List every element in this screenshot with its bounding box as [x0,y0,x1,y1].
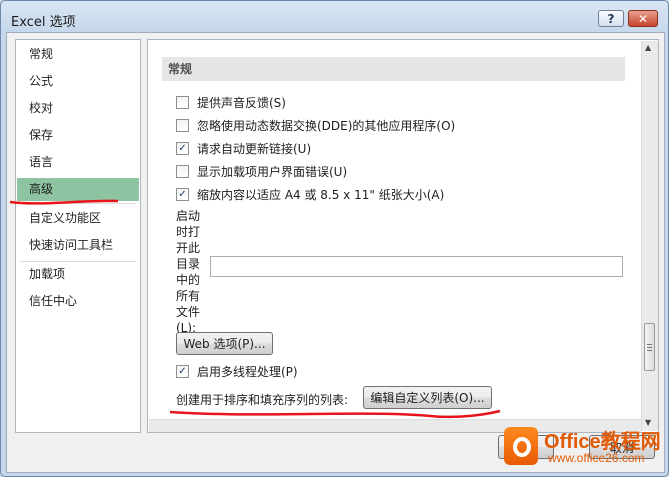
red-annotation-underlines [9,199,501,419]
watermark-url: www.office26.com [548,451,645,465]
office-logo-icon [504,427,538,465]
watermark-logo: Office教程网 www.office26.com [496,423,666,473]
watermark-name: Office教程网 [544,431,661,453]
